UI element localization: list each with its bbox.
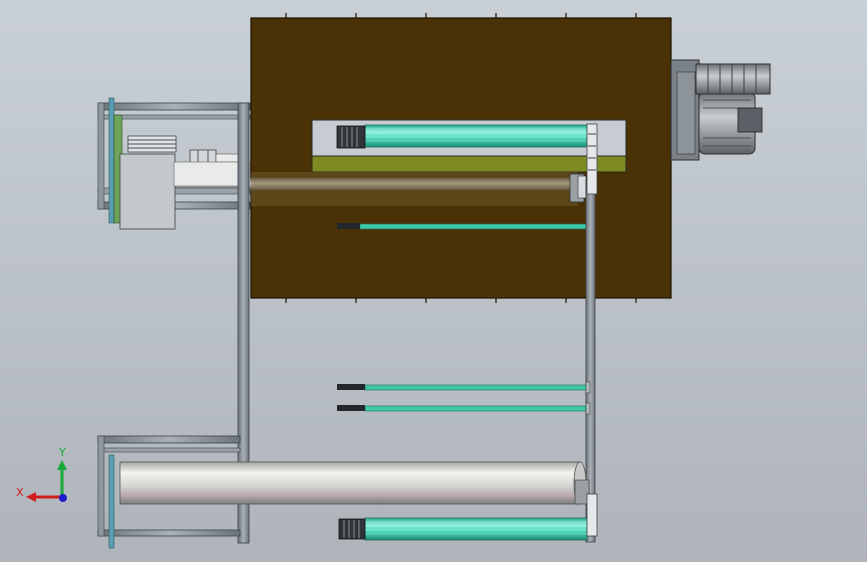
- reducer-block: [119, 153, 176, 230]
- cad-viewport[interactable]: Y X: [0, 0, 867, 562]
- z-axis-dot: [59, 494, 67, 502]
- guide-rail: [311, 155, 627, 173]
- brush-rod-middle-2[interactable]: [337, 402, 591, 415]
- brush-hub-top: [336, 125, 366, 149]
- coordinate-triad: Y X: [16, 446, 72, 504]
- gearbox: [695, 63, 771, 95]
- y-axis-label: Y: [58, 446, 66, 459]
- motor-terminal-box: [737, 107, 763, 133]
- left-upper-frame[interactable]: [97, 97, 251, 230]
- brush-hub-bottom: [338, 518, 366, 540]
- lower-bearing-plate: [108, 454, 115, 549]
- bearing-plate: [108, 97, 115, 224]
- drive-motor[interactable]: [670, 59, 771, 161]
- x-axis-label: X: [16, 486, 24, 499]
- brush-rod-middle-1[interactable]: [337, 381, 591, 394]
- main-roller[interactable]: [119, 461, 590, 505]
- brush-roll-top[interactable]: [336, 124, 588, 149]
